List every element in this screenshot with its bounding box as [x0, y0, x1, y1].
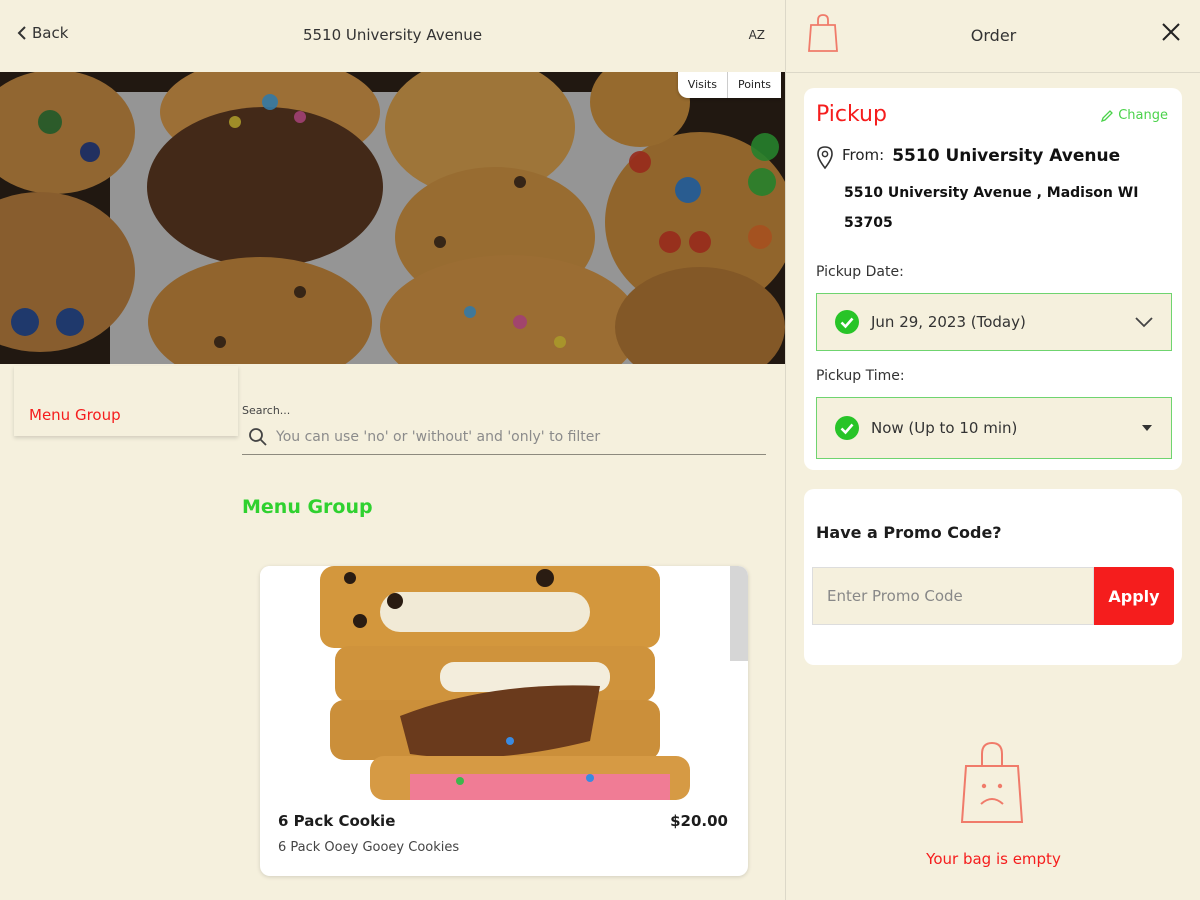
- pickup-time-select[interactable]: Now (Up to 10 min): [816, 397, 1172, 459]
- menu-item-price: $20.00: [670, 812, 728, 830]
- top-bar: Back 5510 University Avenue AZ: [0, 0, 785, 72]
- menu-group-nav: Menu Group: [14, 366, 238, 436]
- cookies-photo: [0, 72, 785, 364]
- promo-heading: Have a Promo Code?: [816, 523, 1002, 542]
- check-circle-icon: [835, 416, 859, 440]
- promo-code-input[interactable]: [812, 567, 1094, 625]
- empty-bag-message: Your bag is empty: [926, 850, 1061, 868]
- location-pin-icon: [817, 146, 833, 170]
- address-line-2: 53705: [844, 215, 893, 231]
- menu-item-card[interactable]: 6 Pack Cookie $20.00 6 Pack Ooey Gooey C…: [260, 566, 748, 876]
- menu-group-heading: Menu Group: [242, 496, 373, 518]
- hero-banner-image: Visits Points: [0, 72, 785, 364]
- change-label: Change: [1118, 108, 1168, 123]
- empty-bag-icon: [960, 741, 1024, 823]
- search-input[interactable]: [274, 428, 766, 446]
- order-title: Order: [970, 26, 1017, 45]
- search-label: Search...: [242, 404, 291, 417]
- caret-down-icon: [1142, 425, 1152, 431]
- apply-button[interactable]: Apply: [1094, 567, 1174, 625]
- pickup-date-value: Jun 29, 2023 (Today): [871, 313, 1026, 331]
- check-circle-icon: [835, 310, 859, 334]
- pickup-time-value: Now (Up to 10 min): [871, 419, 1018, 437]
- menu-item-name: 6 Pack Cookie: [278, 812, 396, 830]
- order-pane: Order Pickup Change From: 5510 Universit…: [785, 0, 1200, 900]
- search-field: [242, 420, 766, 455]
- order-header: Order: [786, 0, 1200, 73]
- pencil-icon: [1101, 109, 1114, 122]
- page-title: 5510 University Avenue: [302, 26, 483, 44]
- pickup-time-label: Pickup Time:: [816, 368, 905, 384]
- pickup-date-label: Pickup Date:: [816, 264, 904, 280]
- from-label: From:: [842, 146, 885, 164]
- search-icon: [242, 427, 274, 447]
- chevron-down-icon: [1135, 317, 1153, 328]
- visits-tab[interactable]: Visits: [678, 72, 727, 98]
- loyalty-tabs: Visits Points: [677, 72, 781, 98]
- address-line-1: 5510 University Avenue , Madison WI: [844, 185, 1139, 201]
- menu-item-description: 6 Pack Ooey Gooey Cookies: [278, 840, 460, 855]
- pickup-location: From: 5510 University Avenue: [816, 146, 1120, 170]
- promo-panel: Have a Promo Code? Apply: [804, 489, 1182, 665]
- pickup-panel: Pickup Change From: 5510 University Aven…: [804, 88, 1182, 470]
- location-address: 5510 University Avenue , Madison WI 5370…: [844, 178, 1164, 238]
- close-icon[interactable]: [1161, 22, 1181, 42]
- sort-az-button[interactable]: AZ: [749, 28, 765, 42]
- pickup-heading: Pickup: [816, 102, 887, 127]
- points-tab[interactable]: Points: [726, 72, 781, 98]
- menu-item-image: [260, 566, 748, 800]
- pickup-date-select[interactable]: Jun 29, 2023 (Today): [816, 293, 1172, 351]
- change-button[interactable]: Change: [1100, 108, 1168, 123]
- menu-pane: Back 5510 University Avenue AZ Visits Po…: [0, 0, 791, 900]
- location-name: 5510 University Avenue: [892, 146, 1121, 166]
- menu-group-nav-item[interactable]: Menu Group: [29, 406, 121, 424]
